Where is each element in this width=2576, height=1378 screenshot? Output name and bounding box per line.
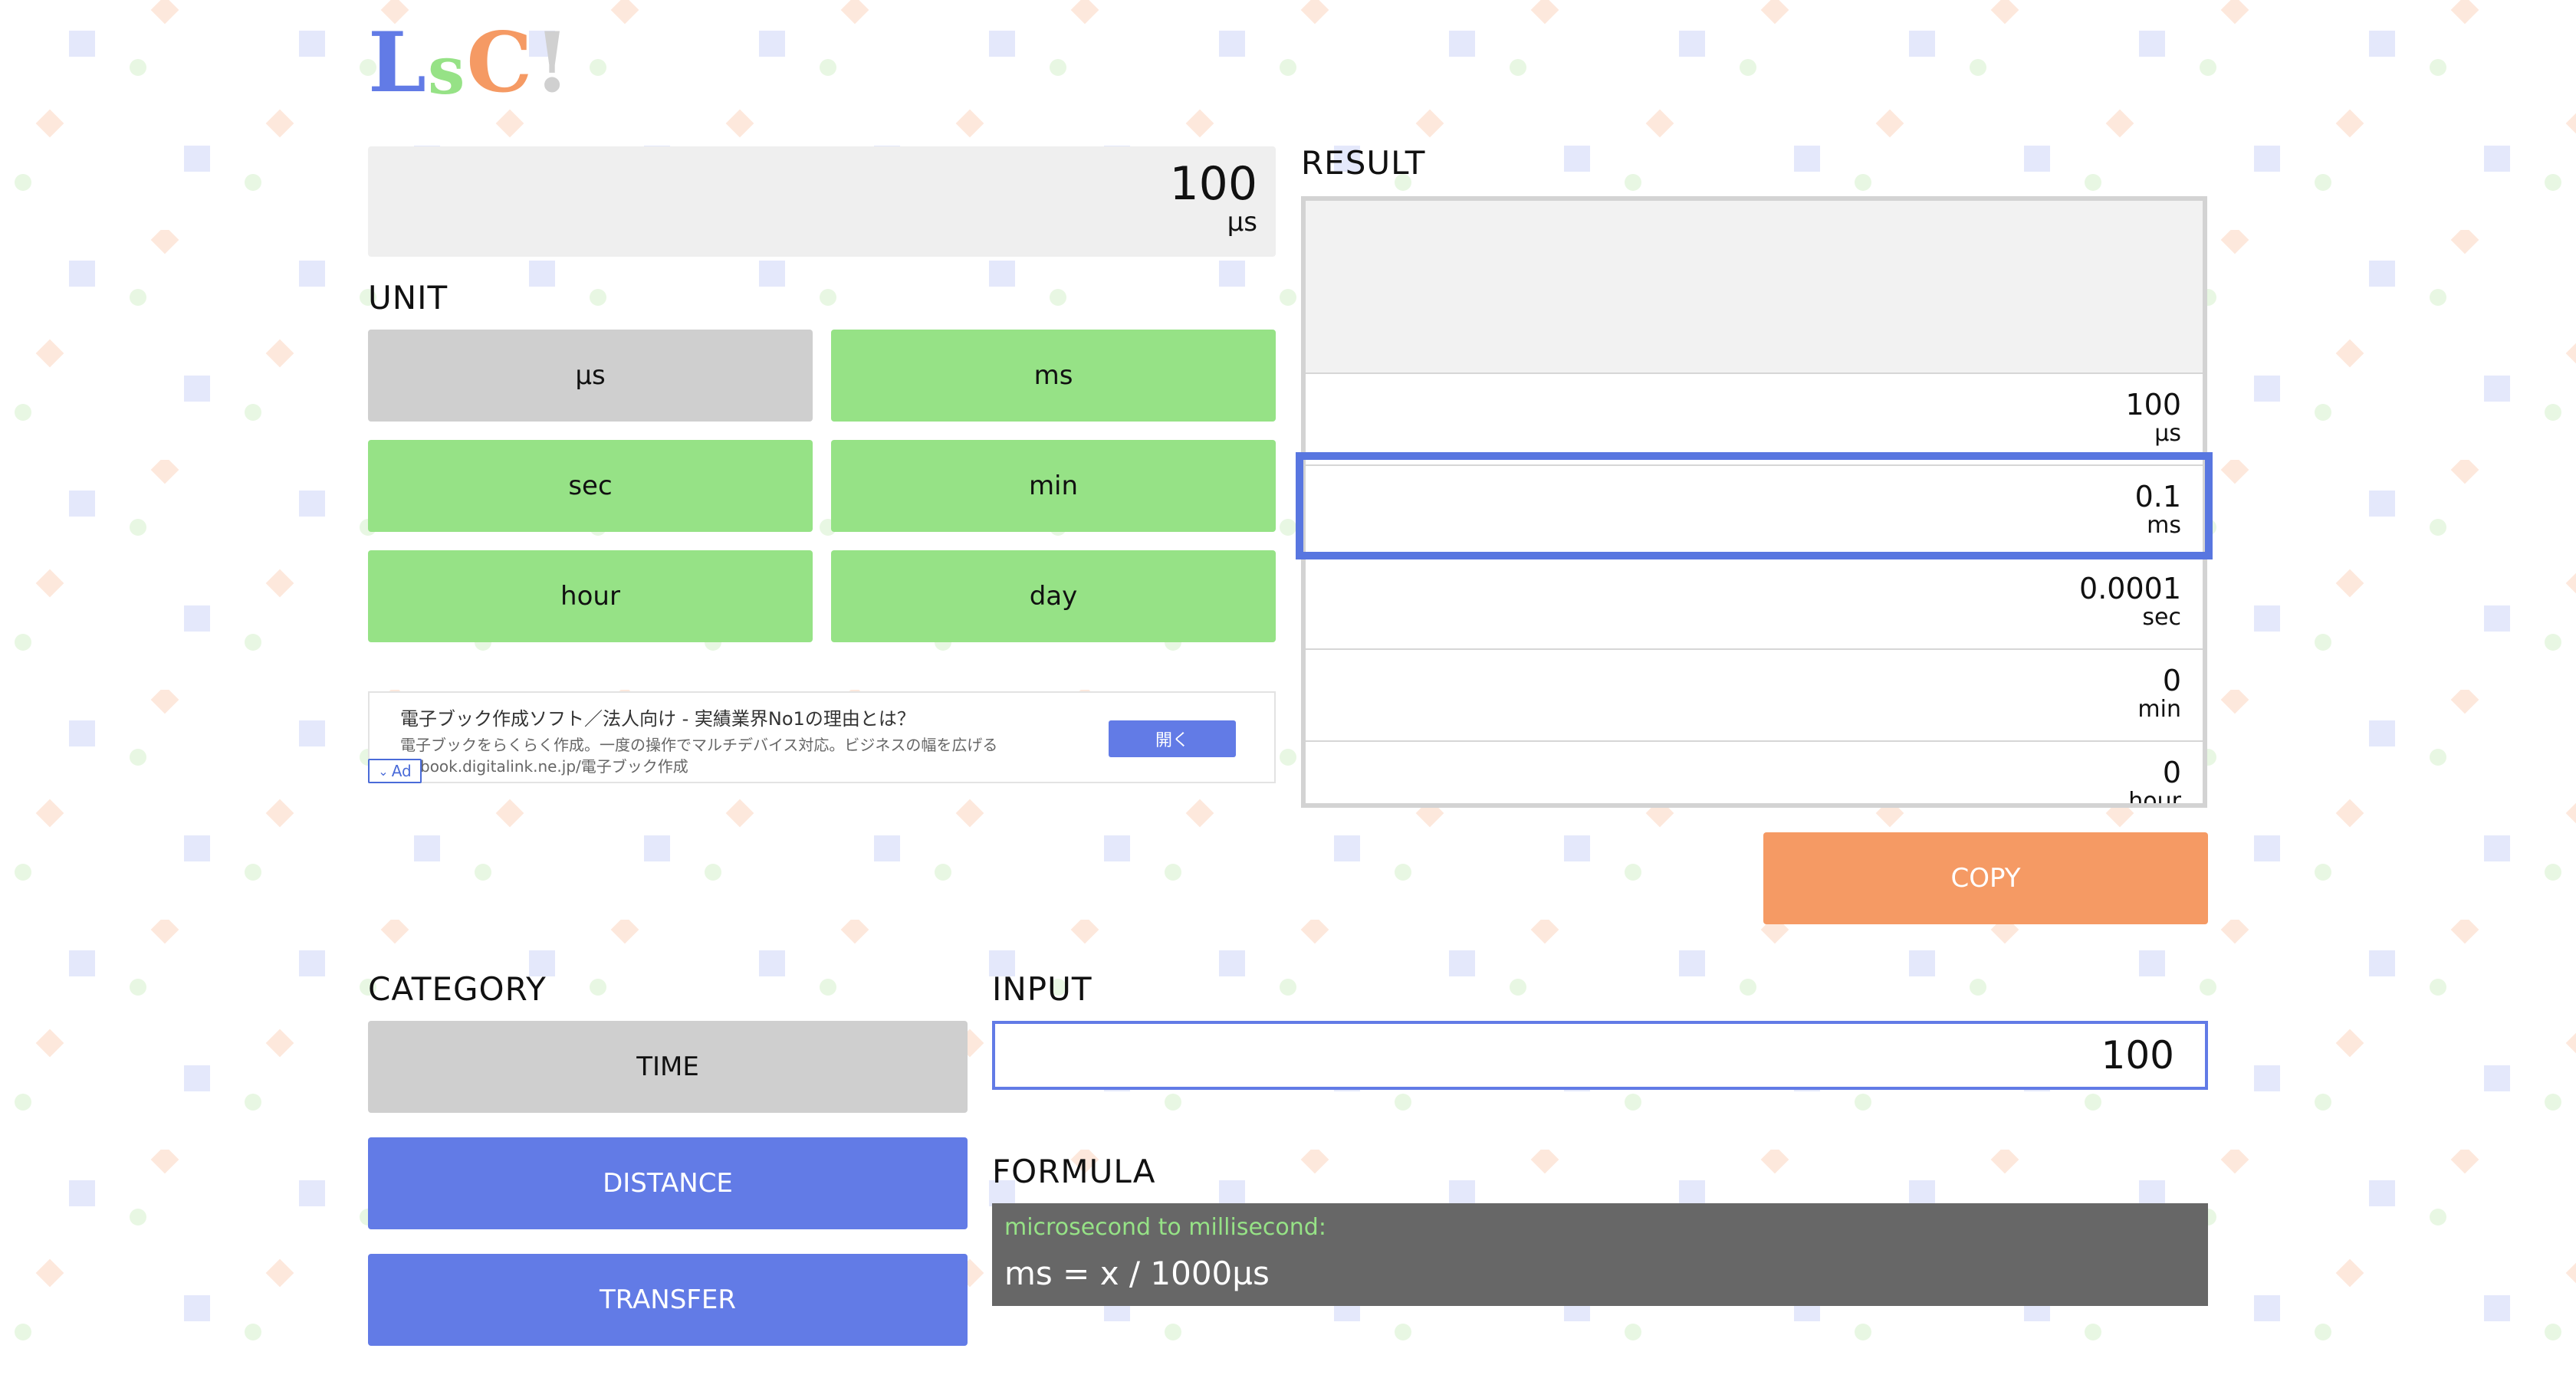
formula-box: microsecond to millisecond: ms = x / 100… [992, 1203, 2208, 1306]
logo-letter-c: C [466, 15, 534, 111]
result-value: 100 [2125, 388, 2181, 422]
copy-button[interactable]: COPY [1763, 832, 2208, 924]
result-value: 0.1 [2134, 480, 2181, 513]
result-value: 0.0001 [2079, 572, 2181, 605]
ad-url[interactable]: book.digitalink.ne.jp/電子ブック作成 [420, 754, 688, 776]
result-row-us[interactable]: 100 µs [1306, 374, 2203, 466]
ad-open-button[interactable]: 開く [1109, 720, 1236, 757]
unit-button-min[interactable]: min [831, 440, 1276, 532]
input-label: INPUT [992, 970, 1092, 1008]
result-row-min[interactable]: 0 min [1306, 650, 2203, 742]
result-row-sec[interactable]: 0.0001 sec [1306, 558, 2203, 650]
unit-label: UNIT [368, 279, 449, 317]
chevron-down-icon: ⌄ [378, 763, 389, 779]
logo-letter-s: s [427, 32, 467, 110]
unit-button-sec[interactable]: sec [368, 440, 813, 532]
result-unit: min [2137, 695, 2181, 723]
category-button-time[interactable]: TIME [368, 1021, 968, 1113]
result-unit: hour [2128, 787, 2181, 808]
formula-title: microsecond to millisecond: [1004, 1214, 1326, 1241]
ad-badge[interactable]: ⌄ Ad [368, 759, 422, 783]
result-label: RESULT [1301, 144, 1426, 182]
ad-headline[interactable]: 電子ブック作成ソフト／法人向け - 実績業界No1の理由とは？ [400, 704, 915, 730]
unit-button-day[interactable]: day [831, 550, 1276, 642]
category-button-distance[interactable]: DISTANCE [368, 1137, 968, 1229]
ad-banner[interactable]: 電子ブック作成ソフト／法人向け - 実績業界No1の理由とは？ 電子ブックをらく… [368, 691, 1276, 783]
result-unit: µs [2154, 419, 2181, 447]
result-row-hour[interactable]: 0 hour [1306, 742, 2203, 808]
result-value: 0 [2162, 664, 2181, 697]
display-value: 100 [1169, 157, 1257, 211]
formula-label: FORMULA [992, 1153, 1156, 1190]
category-button-transfer[interactable]: TRANSFER [368, 1254, 968, 1346]
value-display: 100 µs [368, 146, 1276, 257]
ad-description: 電子ブックをらくらく作成。一度の操作でマルチデバイス対応。ビジネスの幅を広げる [400, 736, 998, 754]
result-header [1306, 201, 2203, 374]
display-unit: µs [1227, 207, 1257, 238]
value-input[interactable] [992, 1021, 2208, 1090]
logo-letter-l: L [368, 15, 428, 111]
result-row-ms[interactable]: 0.1 ms [1306, 466, 2203, 558]
category-label: CATEGORY [368, 970, 547, 1008]
unit-button-us[interactable]: µs [368, 330, 813, 422]
formula-expression: ms = x / 1000µs [1004, 1255, 1270, 1292]
unit-button-ms[interactable]: ms [831, 330, 1276, 422]
ad-badge-label: Ad [391, 762, 412, 780]
result-unit: ms [2147, 511, 2181, 539]
result-list[interactable]: 100 µs 0.1 ms 0.0001 sec 0 min 0 hour [1301, 196, 2207, 808]
logo-letter-exclaim: ! [534, 15, 572, 111]
result-value: 0 [2162, 756, 2181, 789]
app-logo[interactable]: L s C ! [368, 20, 572, 104]
result-unit: sec [2142, 603, 2181, 631]
unit-button-hour[interactable]: hour [368, 550, 813, 642]
